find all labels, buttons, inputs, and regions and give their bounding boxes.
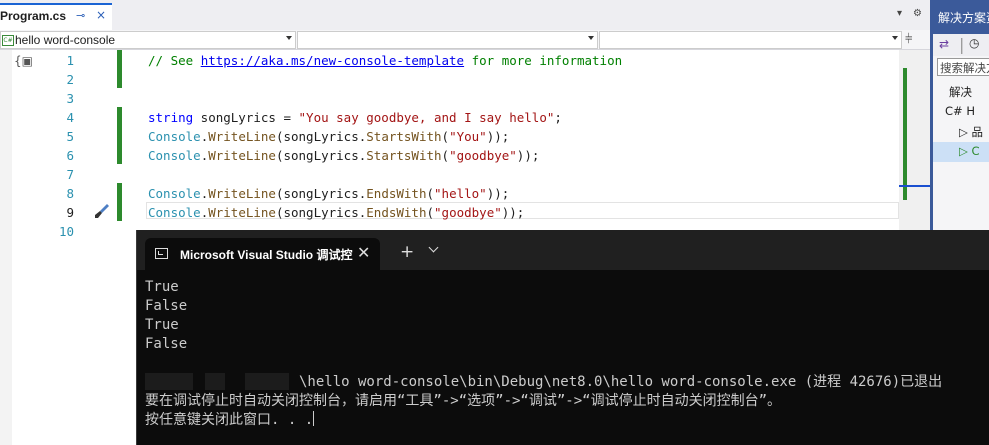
- code-line-1: // See https://aka.ms/new-console-templa…: [148, 53, 623, 68]
- close-icon[interactable]: ✕: [357, 243, 370, 262]
- line-number: 8: [66, 186, 74, 201]
- scrollbar-caret-marker: [899, 185, 930, 187]
- line-number: 7: [66, 167, 74, 182]
- gear-icon[interactable]: ⚙: [913, 8, 922, 19]
- console-output-line: False: [145, 336, 188, 352]
- solution-search-input[interactable]: 搜索解决方: [937, 58, 989, 76]
- debug-console-window[interactable]: Microsoft Visual Studio 调试控 ✕ + True Fal…: [136, 230, 989, 445]
- code-line-5: Console.WriteLine(songLyrics.StartsWith(…: [148, 129, 510, 144]
- tree-item-dependencies[interactable]: ▷ 品: [959, 124, 983, 140]
- solution-explorer-title: 解决方案资: [933, 0, 989, 34]
- scrollbar-change-marker: [903, 68, 907, 200]
- console-icon: [155, 248, 168, 259]
- console-output-line: True: [145, 317, 179, 333]
- member-dropdown[interactable]: [599, 31, 902, 49]
- terminal-tab-title: Microsoft Visual Studio 调试控: [180, 248, 353, 262]
- console-output-line: True: [145, 279, 179, 295]
- terminal-tab[interactable]: Microsoft Visual Studio 调试控 ✕: [145, 238, 380, 270]
- tree-item-project[interactable]: C# H: [945, 104, 975, 118]
- editor-tab-bar: Program.cs ⊸ × ▾ ⚙: [0, 0, 930, 30]
- process-exit-line: \hello word-console\bin\Debug\net8.0\hel…: [299, 374, 943, 390]
- line-number: 6: [66, 148, 74, 163]
- tab-title: Program.cs: [0, 9, 67, 23]
- redacted-path: [145, 373, 193, 390]
- type-dropdown[interactable]: [297, 31, 598, 49]
- tab-overflow-icon[interactable]: ▾: [897, 8, 902, 19]
- pin-icon[interactable]: ⊸: [76, 9, 85, 22]
- line-number-active: 9: [66, 205, 74, 220]
- auto-close-hint-line: 要在调试停止时自动关闭控制台，请启用“工具”->“选项”->“调试”->“调试停…: [145, 393, 781, 409]
- console-output-line: False: [145, 298, 188, 314]
- text-cursor: [313, 411, 315, 426]
- split-editor-icon[interactable]: ⫩: [905, 32, 912, 47]
- template-link[interactable]: https://aka.ms/new-console-template: [201, 53, 464, 68]
- sync-icon[interactable]: ⇄: [939, 37, 949, 51]
- history-icon[interactable]: ◷: [969, 36, 979, 50]
- code-line-8: Console.WriteLine(songLyrics.EndsWith("h…: [148, 186, 510, 201]
- solution-explorer-toolbar: ⇄ | ◷: [933, 34, 989, 56]
- change-indicator: [117, 50, 122, 88]
- close-icon[interactable]: ×: [96, 8, 106, 22]
- press-any-key-line: 按任意键关闭此窗口. . .: [145, 411, 315, 428]
- new-tab-plus-icon[interactable]: +: [400, 242, 414, 262]
- code-line-6: Console.WriteLine(songLyrics.StartsWith(…: [148, 148, 540, 163]
- tree-item-program[interactable]: ▷ C: [959, 144, 980, 158]
- code-line-9: Console.WriteLine(songLyrics.EndsWith("g…: [148, 205, 525, 220]
- line-number: 3: [66, 91, 74, 106]
- tab-program-cs[interactable]: Program.cs ⊸ ×: [0, 3, 112, 30]
- change-indicator: [117, 107, 122, 164]
- quick-actions-brush-icon[interactable]: [93, 203, 111, 219]
- chevron-down-icon: [588, 36, 594, 40]
- chevron-down-icon: [286, 36, 292, 40]
- outline-brace-icon[interactable]: {▣: [14, 54, 33, 68]
- toolbar-separator: |: [959, 35, 965, 54]
- line-number: 5: [66, 129, 74, 144]
- solution-explorer-title-text: 解决方案资: [938, 11, 989, 25]
- code-line-4: string songLyrics = "You say goodbye, an…: [148, 110, 562, 125]
- csharp-project-icon: C#: [2, 35, 14, 46]
- project-dropdown-label: hello word-console: [15, 33, 116, 47]
- redacted-path: [205, 373, 225, 390]
- chevron-down-icon[interactable]: [428, 242, 439, 253]
- line-number: 2: [66, 72, 74, 87]
- change-indicator: [117, 183, 122, 221]
- project-dropdown[interactable]: C# hello word-console: [0, 31, 296, 49]
- editor-scrollbar[interactable]: [899, 50, 930, 230]
- line-number: 1: [66, 53, 74, 68]
- line-number: 10: [58, 224, 74, 239]
- tree-item-solution[interactable]: 解决: [949, 84, 972, 100]
- chevron-down-icon: [892, 36, 898, 40]
- line-number: 4: [66, 110, 74, 125]
- search-placeholder: 搜索解决方: [940, 61, 989, 75]
- terminal-titlebar: Microsoft Visual Studio 调试控 ✕ +: [137, 230, 989, 270]
- redacted-path: [245, 373, 289, 390]
- editor-left-margin: [0, 50, 12, 445]
- navigation-bar: C# hello word-console ⫩: [0, 30, 930, 50]
